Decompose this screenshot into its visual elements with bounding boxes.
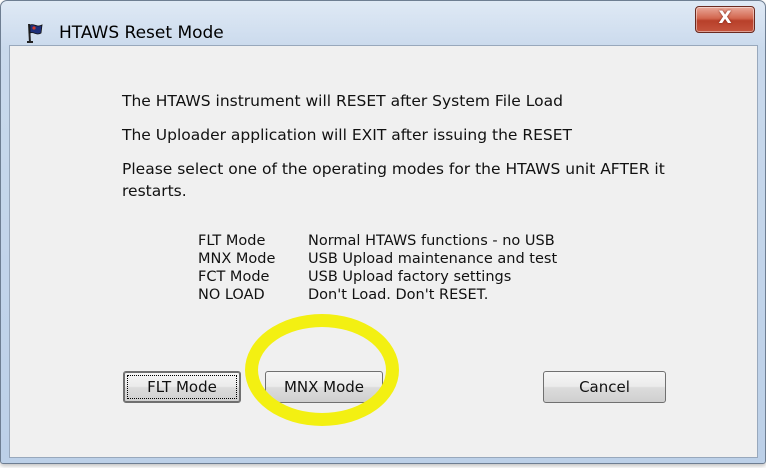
reset-mode-dialog: HTAWS Reset Mode X The HTAWS instrument …	[0, 0, 766, 464]
message-select-line1: Please select one of the operating modes…	[122, 160, 665, 178]
mode-row-flt: FLT Mode Normal HTAWS functions - no USB	[198, 233, 557, 251]
mode-row-mnx: MNX Mode USB Upload maintenance and test	[198, 251, 557, 269]
mode-name: NO LOAD	[198, 287, 265, 303]
mnx-mode-button[interactable]: MNX Mode	[265, 371, 383, 403]
mode-name: FCT Mode	[198, 269, 270, 285]
window-title: HTAWS Reset Mode	[59, 23, 224, 43]
mode-description: USB Upload maintenance and test	[308, 251, 558, 267]
dialog-body: The HTAWS instrument will RESET after Sy…	[9, 45, 758, 458]
mode-list: FLT Mode Normal HTAWS functions - no USB…	[198, 233, 557, 305]
mode-row-noload: NO LOAD Don't Load. Don't RESET.	[198, 287, 557, 305]
mode-name: MNX Mode	[198, 251, 276, 267]
flt-mode-label: FLT Mode	[127, 375, 237, 399]
mode-name: FLT Mode	[198, 233, 266, 249]
message-select-line2: restarts.	[122, 182, 187, 200]
title-bar[interactable]: HTAWS Reset Mode X	[1, 1, 765, 44]
flt-mode-button[interactable]: FLT Mode	[123, 371, 241, 403]
flag-icon	[27, 23, 43, 44]
message-exit: The Uploader application will EXIT after…	[122, 126, 573, 144]
mode-description: Don't Load. Don't RESET.	[308, 287, 489, 303]
cancel-button[interactable]: Cancel	[543, 371, 666, 403]
message-reset: The HTAWS instrument will RESET after Sy…	[122, 92, 563, 110]
mode-row-fct: FCT Mode USB Upload factory settings	[198, 269, 557, 287]
mode-description: Normal HTAWS functions - no USB	[308, 233, 555, 249]
mode-description: USB Upload factory settings	[308, 269, 512, 285]
close-icon: X	[718, 8, 732, 28]
close-button[interactable]: X	[695, 6, 755, 33]
